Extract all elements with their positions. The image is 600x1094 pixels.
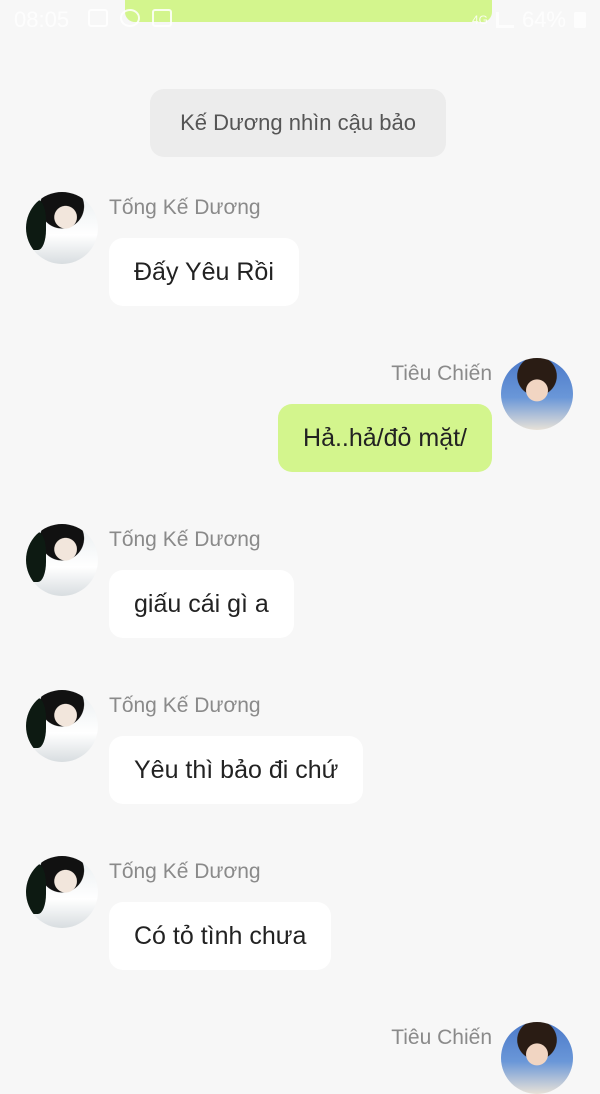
status-time: 08:05: [14, 7, 70, 32]
battery-icon: [574, 12, 586, 28]
network-label: 4G: [471, 13, 488, 27]
avatar-tong-ke-duong[interactable]: [26, 690, 98, 762]
avatar-tong-ke-duong[interactable]: [26, 524, 98, 596]
message-bubble[interactable]: Yêu thì bảo đi chứ: [109, 736, 364, 804]
sender-name: Tống Kế Dương: [109, 196, 261, 219]
avatar-tieu-chien[interactable]: [501, 358, 573, 430]
message-bubble[interactable]: giấu cái gì a: [109, 570, 294, 638]
avatar-tieu-chien[interactable]: [501, 1022, 573, 1094]
status-bar: 08:05 4G 64%: [0, 0, 600, 40]
system-message: Kế Dương nhìn cậu bảo: [150, 89, 446, 157]
youtube-icon: [152, 9, 172, 27]
signal-icon: [495, 12, 514, 28]
battery-level: 64%: [521, 7, 566, 32]
sender-name: Tống Kế Dương: [109, 860, 261, 883]
avatar-tong-ke-duong[interactable]: [26, 192, 98, 264]
app-icon: [120, 9, 140, 27]
message-bubble[interactable]: Hả..hả/đỏ mặt/: [278, 404, 492, 472]
gallery-icon: [88, 9, 108, 27]
sender-name: Tiêu Chiến: [391, 362, 492, 385]
message-bubble[interactable]: Có tỏ tình chưa: [109, 902, 332, 970]
sender-name: Tống Kế Dương: [109, 528, 261, 551]
sender-name: Tiêu Chiến: [391, 1026, 492, 1049]
sender-name: Tống Kế Dương: [109, 694, 261, 717]
message-bubble[interactable]: Đấy Yêu Rồi: [109, 238, 299, 306]
avatar-tong-ke-duong[interactable]: [26, 856, 98, 928]
status-right: 4G 64%: [472, 7, 586, 33]
